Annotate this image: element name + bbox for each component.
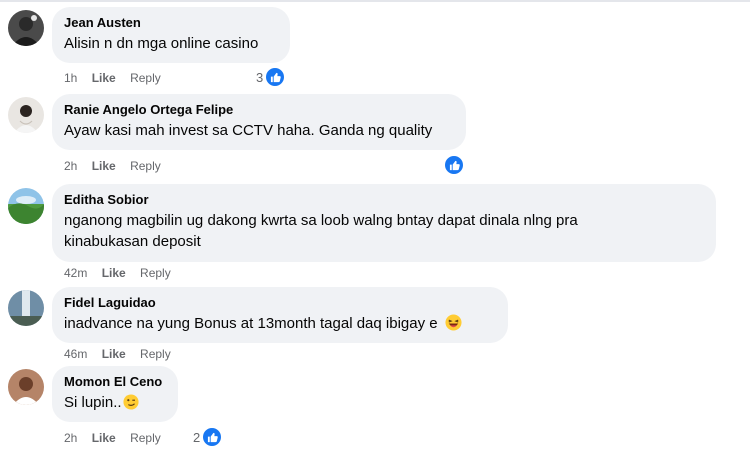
thumbs-up-icon bbox=[201, 426, 224, 448]
like-button[interactable]: Like bbox=[92, 159, 116, 173]
laughing-emoji-icon bbox=[445, 314, 462, 337]
comment-author[interactable]: Fidel Laguidao bbox=[64, 295, 496, 311]
reply-button[interactable]: Reply bbox=[140, 266, 171, 280]
thumbs-up-icon bbox=[443, 154, 465, 176]
comment-actions: 2h Like Reply bbox=[64, 430, 172, 446]
comment-author[interactable]: Editha Sobior bbox=[64, 192, 704, 208]
like-button[interactable]: Like bbox=[102, 266, 126, 280]
reaction-summary[interactable]: 3 bbox=[256, 66, 287, 88]
comment-bubble: Jean Austen Alisin n dn mga online casin… bbox=[52, 7, 290, 63]
comment-text: Alisin n dn mga online casino bbox=[64, 35, 259, 52]
like-button[interactable]: Like bbox=[92, 71, 116, 85]
comment-text-content: Si lupin.. bbox=[64, 394, 122, 411]
comment-text-line: kinabukasan deposit bbox=[64, 233, 201, 250]
reply-button[interactable]: Reply bbox=[130, 431, 161, 445]
reaction-summary[interactable] bbox=[443, 154, 465, 176]
avatar[interactable] bbox=[8, 188, 44, 224]
comment-time[interactable]: 1h bbox=[64, 71, 77, 85]
comment-bubble: Momon El Ceno Si lupin.. bbox=[52, 366, 178, 422]
comment-time[interactable]: 2h bbox=[64, 431, 77, 445]
comment-author[interactable]: Momon El Ceno bbox=[64, 374, 166, 390]
comment-bubble: Ranie Angelo Ortega Felipe Ayaw kasi mah… bbox=[52, 94, 466, 150]
smirk-emoji-icon bbox=[122, 394, 139, 416]
top-divider bbox=[0, 0, 750, 2]
comment-actions: 42m Like Reply bbox=[64, 265, 182, 281]
comment-actions: 1h Like Reply bbox=[64, 70, 172, 86]
comment-author[interactable]: Jean Austen bbox=[64, 15, 278, 31]
reaction-count: 3 bbox=[256, 69, 264, 85]
comment-text: nganong magbilin ug dakong kwrta sa loob… bbox=[64, 210, 704, 252]
comment-actions: 46m Like Reply bbox=[64, 346, 182, 362]
comment-text: inadvance na yung Bonus at 13month tagal… bbox=[64, 313, 496, 337]
reaction-count: 2 bbox=[193, 429, 201, 445]
reply-button[interactable]: Reply bbox=[130, 159, 161, 173]
avatar[interactable] bbox=[8, 97, 44, 133]
avatar[interactable] bbox=[8, 369, 44, 405]
comment-text: Si lupin.. bbox=[64, 392, 166, 416]
avatar[interactable] bbox=[8, 10, 44, 46]
comment-author[interactable]: Ranie Angelo Ortega Felipe bbox=[64, 102, 454, 118]
reaction-summary[interactable]: 2 bbox=[193, 426, 224, 448]
comment-text-line: nganong magbilin ug dakong kwrta sa loob… bbox=[64, 212, 578, 229]
reply-button[interactable]: Reply bbox=[140, 347, 171, 361]
comment-text-content: inadvance na yung Bonus at 13month tagal… bbox=[64, 315, 438, 332]
comment-bubble: Fidel Laguidao inadvance na yung Bonus a… bbox=[52, 287, 508, 343]
like-button[interactable]: Like bbox=[92, 431, 116, 445]
thumbs-up-icon bbox=[264, 66, 287, 88]
reply-button[interactable]: Reply bbox=[130, 71, 161, 85]
avatar[interactable] bbox=[8, 290, 44, 326]
comment-text: Ayaw kasi mah invest sa CCTV haha. Ganda… bbox=[64, 122, 433, 139]
like-button[interactable]: Like bbox=[102, 347, 126, 361]
comment-time[interactable]: 46m bbox=[64, 347, 87, 361]
comment-bubble: Editha Sobior nganong magbilin ug dakong… bbox=[52, 184, 716, 262]
comment-actions: 2h Like Reply bbox=[64, 158, 172, 174]
comment-time[interactable]: 2h bbox=[64, 159, 77, 173]
comment-time[interactable]: 42m bbox=[64, 266, 87, 280]
